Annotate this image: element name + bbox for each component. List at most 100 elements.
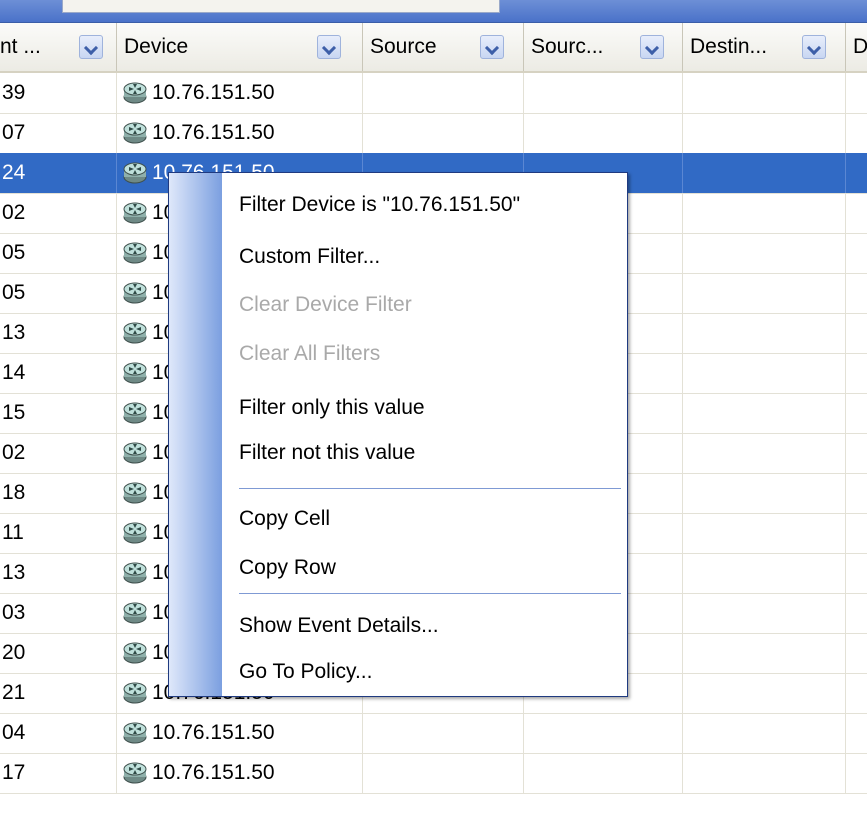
destination-cell[interactable] xyxy=(682,753,846,793)
source-port-cell[interactable] xyxy=(523,113,683,153)
event-id-text: 07 xyxy=(2,121,26,144)
table-row[interactable]: 39 10.76.151.50 xyxy=(0,73,867,114)
destination-port-cell[interactable] xyxy=(845,193,867,233)
event-id-cell[interactable]: 07 xyxy=(0,113,117,153)
destination-cell[interactable] xyxy=(682,193,846,233)
destination-cell[interactable] xyxy=(682,553,846,593)
destination-port-cell[interactable] xyxy=(845,433,867,473)
dropdown-arrow-icon[interactable] xyxy=(802,35,826,59)
column-header-destination-port[interactable]: D xyxy=(845,23,867,71)
destination-port-cell[interactable] xyxy=(845,673,867,713)
destination-cell[interactable] xyxy=(682,633,846,673)
device-cell[interactable]: 10.76.151.50 xyxy=(116,73,363,113)
destination-port-cell[interactable] xyxy=(845,273,867,313)
column-header-destination[interactable]: Destin... xyxy=(682,23,846,71)
menu-separator xyxy=(239,593,621,594)
router-icon xyxy=(120,518,150,548)
column-header-device[interactable]: Device xyxy=(116,23,363,71)
destination-cell[interactable] xyxy=(682,273,846,313)
event-id-cell[interactable]: 21 xyxy=(0,673,117,713)
source-cell[interactable] xyxy=(362,113,524,153)
column-header-event-id[interactable]: nt ... xyxy=(0,23,117,71)
router-icon xyxy=(120,598,150,628)
destination-cell[interactable] xyxy=(682,233,846,273)
event-id-cell[interactable]: 20 xyxy=(0,633,117,673)
destination-cell[interactable] xyxy=(682,513,846,553)
column-header-source[interactable]: Source xyxy=(362,23,524,71)
destination-cell[interactable] xyxy=(682,473,846,513)
destination-port-cell[interactable] xyxy=(845,473,867,513)
table-row[interactable]: 04 10.76.151.50 xyxy=(0,713,867,754)
dropdown-arrow-icon[interactable] xyxy=(640,35,664,59)
router-icon xyxy=(120,78,150,108)
source-port-cell[interactable] xyxy=(523,753,683,793)
source-cell[interactable] xyxy=(362,753,524,793)
dropdown-arrow-icon[interactable] xyxy=(317,35,341,59)
event-id-cell[interactable]: 04 xyxy=(0,713,117,753)
menu-item-go-to-policy[interactable]: Go To Policy... xyxy=(239,657,372,687)
event-id-cell[interactable]: 13 xyxy=(0,553,117,593)
event-id-cell[interactable]: 39 xyxy=(0,73,117,113)
event-id-cell[interactable]: 14 xyxy=(0,353,117,393)
table-row[interactable]: 07 10.76.151.50 xyxy=(0,113,867,154)
column-header-source-port[interactable]: Sourc... xyxy=(523,23,683,71)
event-id-cell[interactable]: 13 xyxy=(0,313,117,353)
destination-cell[interactable] xyxy=(682,713,846,753)
destination-cell[interactable] xyxy=(682,593,846,633)
dropdown-arrow-icon[interactable] xyxy=(79,35,103,59)
destination-port-cell[interactable] xyxy=(845,713,867,753)
menu-item-copy-row[interactable]: Copy Row xyxy=(239,553,336,583)
destination-cell[interactable] xyxy=(682,393,846,433)
event-id-cell[interactable]: 03 xyxy=(0,593,117,633)
destination-cell[interactable] xyxy=(682,313,846,353)
event-id-cell[interactable]: 24 xyxy=(0,153,117,193)
menu-item-copy-cell[interactable]: Copy Cell xyxy=(239,504,330,534)
destination-port-cell[interactable] xyxy=(845,313,867,353)
event-id-cell[interactable]: 18 xyxy=(0,473,117,513)
destination-port-cell[interactable] xyxy=(845,393,867,433)
device-cell[interactable]: 10.76.151.50 xyxy=(116,753,363,793)
destination-port-cell[interactable] xyxy=(845,633,867,673)
destination-port-cell[interactable] xyxy=(845,353,867,393)
destination-cell[interactable] xyxy=(682,153,846,193)
event-id-cell[interactable]: 17 xyxy=(0,753,117,793)
menu-item-custom-filter[interactable]: Custom Filter... xyxy=(239,242,380,272)
menu-item-filter-not-this-value[interactable]: Filter not this value xyxy=(239,438,415,468)
destination-cell[interactable] xyxy=(682,433,846,473)
destination-cell[interactable] xyxy=(682,73,846,113)
destination-port-cell[interactable] xyxy=(845,153,867,193)
source-cell[interactable] xyxy=(362,73,524,113)
source-cell[interactable] xyxy=(362,713,524,753)
destination-port-cell[interactable] xyxy=(845,73,867,113)
menu-item-filter-only-this-value[interactable]: Filter only this value xyxy=(239,393,425,423)
destination-port-cell[interactable] xyxy=(845,753,867,793)
event-id-cell[interactable]: 05 xyxy=(0,273,117,313)
menu-item-show-event-details[interactable]: Show Event Details... xyxy=(239,611,439,641)
device-cell[interactable]: 10.76.151.50 xyxy=(116,713,363,753)
event-id-cell[interactable]: 11 xyxy=(0,513,117,553)
destination-port-cell[interactable] xyxy=(845,513,867,553)
destination-cell[interactable] xyxy=(682,353,846,393)
router-icon xyxy=(120,758,150,788)
destination-port-cell[interactable] xyxy=(845,113,867,153)
column-header-label: Source xyxy=(370,35,437,58)
menu-item-filter-device[interactable]: Filter Device is "10.76.151.50" xyxy=(239,190,520,220)
event-id-cell[interactable]: 02 xyxy=(0,193,117,233)
event-id-cell[interactable]: 05 xyxy=(0,233,117,273)
menu-item-clear-device-filter[interactable]: Clear Device Filter xyxy=(239,290,412,320)
destination-port-cell[interactable] xyxy=(845,233,867,273)
destination-port-cell[interactable] xyxy=(845,593,867,633)
destination-port-cell[interactable] xyxy=(845,553,867,593)
router-icon xyxy=(120,398,150,428)
table-row[interactable]: 17 10.76.151.50 xyxy=(0,753,867,794)
device-cell[interactable]: 10.76.151.50 xyxy=(116,113,363,153)
grid-header: nt ... Device Source Sourc... Destin... … xyxy=(0,23,867,73)
menu-item-clear-all-filters[interactable]: Clear All Filters xyxy=(239,339,380,369)
dropdown-arrow-icon[interactable] xyxy=(480,35,504,59)
source-port-cell[interactable] xyxy=(523,713,683,753)
destination-cell[interactable] xyxy=(682,113,846,153)
source-port-cell[interactable] xyxy=(523,73,683,113)
event-id-cell[interactable]: 02 xyxy=(0,433,117,473)
event-id-cell[interactable]: 15 xyxy=(0,393,117,433)
destination-cell[interactable] xyxy=(682,673,846,713)
